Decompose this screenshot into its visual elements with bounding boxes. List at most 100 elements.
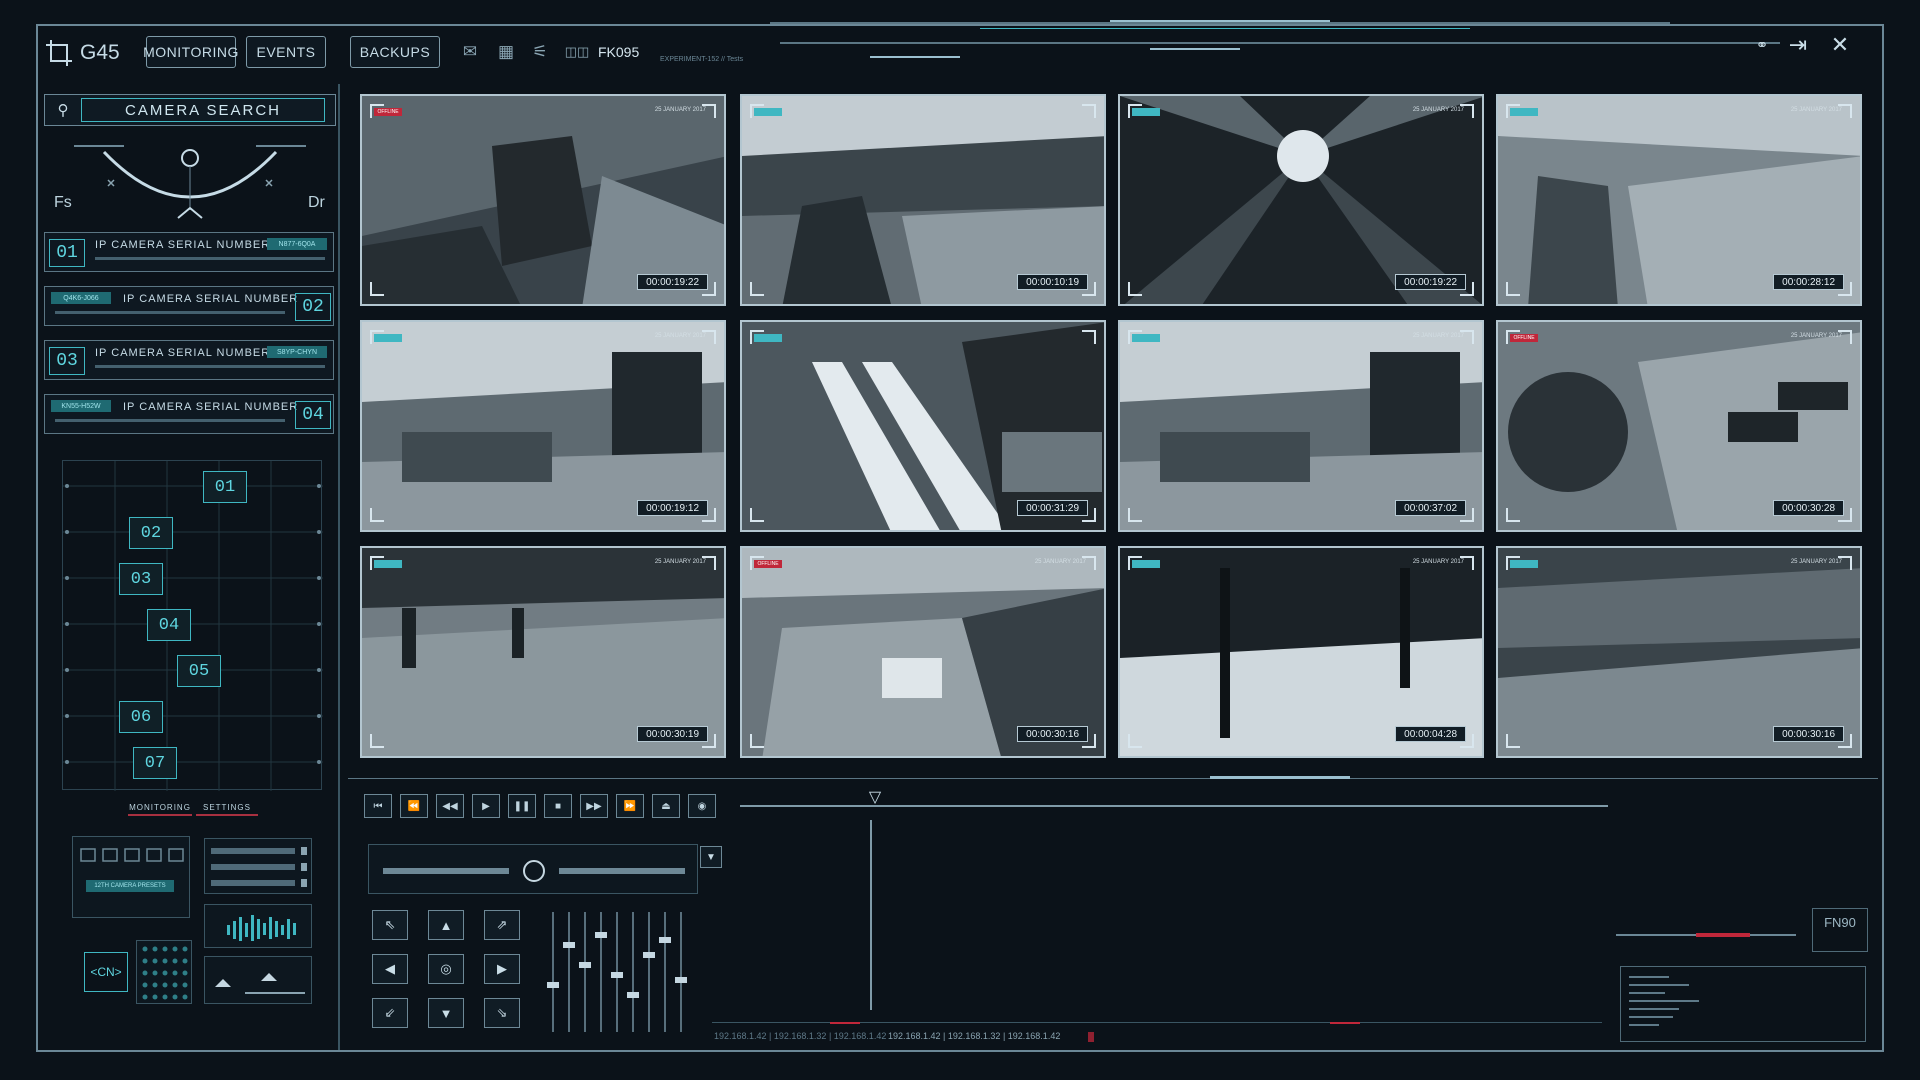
- settings-dropdowns[interactable]: [204, 838, 312, 894]
- camera-node-05[interactable]: 05: [177, 655, 221, 687]
- camera-node-01[interactable]: 01: [203, 471, 247, 503]
- camera-feed-7[interactable]: 25 JANUARY 2017 00:00:37:02: [1118, 320, 1484, 532]
- camera-list-item-04[interactable]: KN55-H52W IP CAMERA SERIAL NUMBER 04: [44, 394, 334, 434]
- camera-feed-5[interactable]: 25 JANUARY 2017 00:00:19:12: [360, 320, 726, 532]
- pan-down-right-button[interactable]: ⇘: [484, 998, 520, 1028]
- tab-backups[interactable]: BACKUPS: [350, 36, 440, 68]
- grid-scroll-indicator[interactable]: [1210, 776, 1350, 779]
- feed-timestamp: 00:00:30:16: [1017, 726, 1088, 742]
- camera-row-bar: [55, 311, 285, 314]
- tab-events[interactable]: EVENTS: [246, 36, 326, 68]
- camera-feed-10[interactable]: OFFLINE 25 JANUARY 2017 00:00:30:16: [740, 546, 1106, 758]
- sliders-icon[interactable]: ⚟: [528, 40, 552, 64]
- fader-4[interactable]: [595, 912, 607, 1032]
- camera-list-item-01[interactable]: 01 IP CAMERA SERIAL NUMBER N877-6Q0A: [44, 232, 334, 272]
- fader-handle[interactable]: [643, 952, 655, 958]
- record-button[interactable]: ◉: [688, 794, 716, 818]
- status-badge: [754, 334, 782, 342]
- zoom-control[interactable]: [368, 844, 698, 894]
- camera-number: 04: [295, 401, 331, 429]
- camera-feed-3[interactable]: 25 JANUARY 2017 00:00:19:22: [1118, 94, 1484, 306]
- eject-controls[interactable]: [204, 956, 312, 1004]
- rewind-button[interactable]: ◀◀: [436, 794, 464, 818]
- pan-up-button[interactable]: ▲: [428, 910, 464, 940]
- fader-2[interactable]: [563, 912, 575, 1032]
- status-badge: [1132, 334, 1160, 342]
- camera-node-03[interactable]: 03: [119, 563, 163, 595]
- timeline-cursor: [870, 820, 872, 1010]
- fader-9[interactable]: [675, 912, 687, 1032]
- feed-timestamp: 00:00:19:22: [637, 274, 708, 290]
- fader-6[interactable]: [627, 912, 639, 1032]
- gauge-left-label: Fs: [54, 194, 72, 211]
- log-lines: [1629, 976, 1699, 1026]
- camera-feed-8[interactable]: OFFLINE 25 JANUARY 2017 00:00:30:28: [1496, 320, 1862, 532]
- next-button[interactable]: ⏩: [616, 794, 644, 818]
- camera-serial: KN55-H52W: [51, 400, 111, 412]
- camera-feed-9[interactable]: 25 JANUARY 2017 00:00:30:19: [360, 546, 726, 758]
- fader-handle[interactable]: [675, 977, 687, 983]
- layout-icon[interactable]: ◫◫: [560, 40, 594, 64]
- dropdown-arrow-icon[interactable]: ▼: [700, 846, 722, 868]
- fader-handle[interactable]: [627, 992, 639, 998]
- pan-down-left-button[interactable]: ⇙: [372, 998, 408, 1028]
- timeline-handle[interactable]: ▽: [850, 790, 900, 806]
- pan-up-right-button[interactable]: ⇗: [484, 910, 520, 940]
- camera-code: FK095: [598, 44, 640, 60]
- fader-handle[interactable]: [659, 937, 671, 943]
- calendar-icon[interactable]: ▦: [494, 40, 518, 64]
- camera-feed-11[interactable]: 25 JANUARY 2017 00:00:04:28: [1118, 546, 1484, 758]
- camera-feed-4[interactable]: 25 JANUARY 2017 00:00:28:12: [1496, 94, 1862, 306]
- fader-handle[interactable]: [579, 962, 591, 968]
- fn-panel[interactable]: FN90: [1812, 908, 1868, 952]
- direction-gauge[interactable]: Fs Dr: [44, 132, 336, 226]
- fast-forward-button[interactable]: ▶▶: [580, 794, 608, 818]
- tab-monitoring[interactable]: MONITORING: [143, 36, 238, 68]
- fader-handle[interactable]: [563, 942, 575, 948]
- pan-center-button[interactable]: ◎: [428, 954, 464, 984]
- fader-7[interactable]: [643, 912, 655, 1032]
- stop-button[interactable]: ■: [544, 794, 572, 818]
- camera-node-06[interactable]: 06: [119, 701, 163, 733]
- camera-search[interactable]: ⚲ CAMERA SEARCH: [44, 94, 336, 126]
- fader-1[interactable]: [547, 912, 559, 1032]
- camera-list-item-03[interactable]: 03 IP CAMERA SERIAL NUMBER S8YP-CHYN: [44, 340, 334, 380]
- cn-button[interactable]: <CN>: [84, 952, 128, 992]
- close-icon[interactable]: ✕: [1824, 30, 1856, 60]
- play-button[interactable]: ▶: [472, 794, 500, 818]
- tab-bottom-monitoring[interactable]: MONITORING: [128, 800, 192, 816]
- logo-text: G45: [80, 41, 120, 64]
- camera-list-item-02[interactable]: Q4K6-J066 IP CAMERA SERIAL NUMBER 02: [44, 286, 334, 326]
- pause-button[interactable]: ❚❚: [508, 794, 536, 818]
- previous-button[interactable]: ⏪: [400, 794, 428, 818]
- camera-serial: N877-6Q0A: [267, 238, 327, 250]
- tab-bottom-settings[interactable]: SETTINGS: [196, 800, 258, 816]
- camera-node-02[interactable]: 02: [129, 517, 173, 549]
- camera-node-04[interactable]: 04: [147, 609, 191, 641]
- camera-feed-12[interactable]: 25 JANUARY 2017 00:00:30:16: [1496, 546, 1862, 758]
- fader-handle[interactable]: [595, 932, 607, 938]
- skip-start-button[interactable]: ⏮: [364, 794, 392, 818]
- presets-label[interactable]: 12TH CAMERA PRESETS: [86, 880, 174, 892]
- pan-down-button[interactable]: ▼: [428, 998, 464, 1028]
- camera-feed-2[interactable]: 00:00:10:19: [740, 94, 1106, 306]
- link-icon[interactable]: ⚭: [1746, 30, 1778, 60]
- feed-timestamp: 00:00:04:28: [1395, 726, 1466, 742]
- fader-5[interactable]: [611, 912, 623, 1032]
- fader-handle[interactable]: [547, 982, 559, 988]
- camera-feed-1[interactable]: OFFLINE 25 JANUARY 2017 00:00:19:22: [360, 94, 726, 306]
- eject-button[interactable]: ⏏: [652, 794, 680, 818]
- camera-feed-6[interactable]: 00:00:31:29: [740, 320, 1106, 532]
- feed-date: 25 JANUARY 2017: [654, 107, 706, 113]
- pan-up-left-button[interactable]: ⇖: [372, 910, 408, 940]
- pan-right-button[interactable]: ▶: [484, 954, 520, 984]
- camera-node-07[interactable]: 07: [133, 747, 177, 779]
- audio-meter: [204, 904, 312, 948]
- logout-icon[interactable]: ⇥: [1782, 30, 1814, 60]
- mail-icon[interactable]: ✉: [458, 40, 482, 64]
- fader-handle[interactable]: [611, 972, 623, 978]
- fader-8[interactable]: [659, 912, 671, 1032]
- timeline-slider[interactable]: ▽: [740, 790, 1608, 807]
- fader-3[interactable]: [579, 912, 591, 1032]
- pan-left-button[interactable]: ◀: [372, 954, 408, 984]
